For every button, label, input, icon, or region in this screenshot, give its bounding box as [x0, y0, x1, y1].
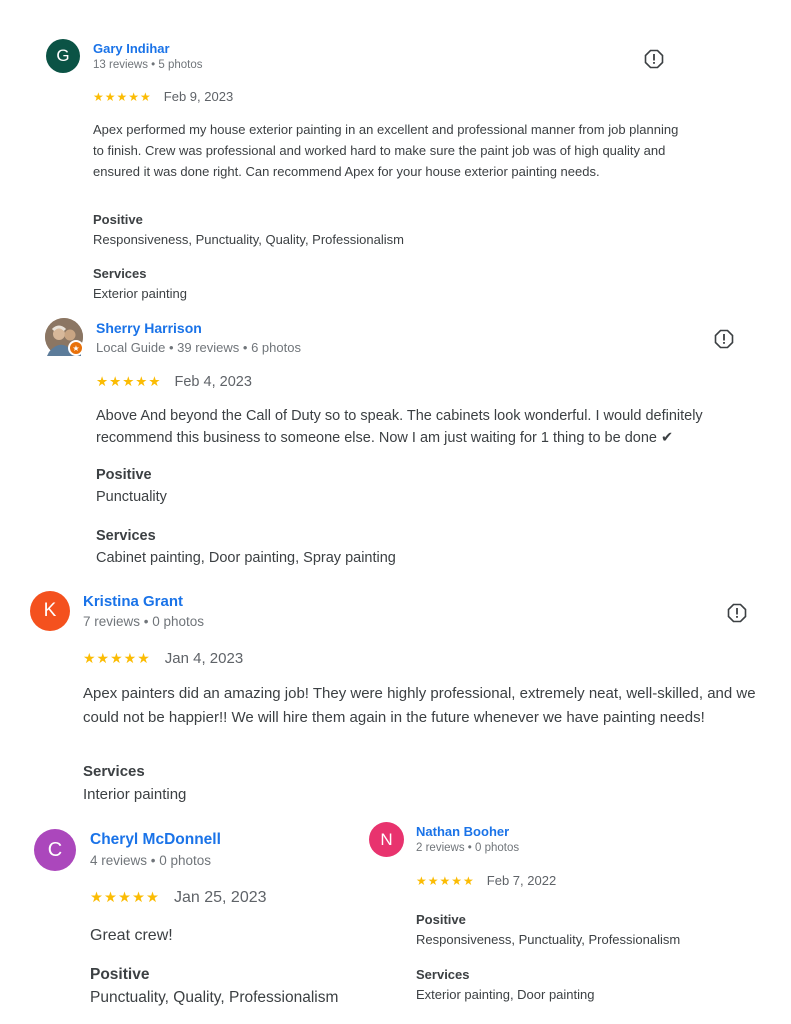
- report-flag-icon[interactable]: [644, 49, 664, 69]
- review-date: Feb 4, 2023: [174, 374, 252, 390]
- positive-heading: Positive: [93, 212, 143, 227]
- services-heading: Services: [83, 763, 145, 780]
- services-values: Cabinet painting, Door painting, Spray p…: [96, 550, 396, 566]
- positive-values: Punctuality: [96, 489, 167, 505]
- star-rating-icon: ★★★★★: [83, 650, 151, 666]
- report-flag-icon[interactable]: [714, 329, 734, 349]
- positive-values: Responsiveness, Punctuality, Quality, Pr…: [93, 232, 404, 247]
- report-flag-icon[interactable]: [727, 603, 747, 623]
- review-text: Apex painters did an amazing job! They w…: [83, 685, 756, 726]
- reviewer-name[interactable]: Gary Indihar: [93, 41, 170, 56]
- rating-row: ★★★★★ Feb 9, 2023: [93, 89, 233, 104]
- reviewer-meta: 4 reviews • 0 photos: [90, 853, 212, 868]
- services-values: Interior painting: [83, 786, 187, 803]
- services-values: Exterior painting, Door painting: [416, 987, 595, 1002]
- local-guide-badge-icon: ★: [68, 340, 84, 356]
- avatar[interactable]: C: [34, 829, 76, 871]
- reviewer-name[interactable]: Nathan Booher: [416, 824, 509, 839]
- reviewer-name[interactable]: Kristina Grant: [83, 593, 183, 610]
- star-rating-icon: ★★★★★: [90, 890, 160, 906]
- star-rating-icon: ★★★★★: [416, 873, 475, 888]
- star-rating-icon: ★★★★★: [96, 374, 162, 389]
- services-heading: Services: [96, 528, 156, 544]
- positive-values: Responsiveness, Punctuality, Professiona…: [416, 932, 681, 947]
- review-date: Feb 9, 2023: [163, 89, 234, 104]
- reviewer-name[interactable]: Sherry Harrison: [96, 320, 202, 336]
- services-heading: Services: [416, 967, 470, 982]
- positive-heading: Positive: [416, 912, 466, 927]
- review-text: Apex performed my house exterior paintin…: [93, 122, 679, 179]
- review-text: Great crew!: [90, 927, 173, 944]
- avatar[interactable]: K: [30, 591, 70, 631]
- reviewer-meta: 7 reviews • 0 photos: [83, 614, 205, 629]
- rating-row: ★★★★★ Jan 4, 2023: [83, 650, 243, 667]
- avatar[interactable]: N: [369, 822, 404, 857]
- review-date: Jan 4, 2023: [164, 650, 244, 667]
- services-values: Exterior painting: [93, 286, 187, 301]
- reviewer-meta: 13 reviews • 5 photos: [93, 59, 203, 71]
- rating-row: ★★★★★ Feb 4, 2023: [96, 374, 252, 390]
- positive-heading: Positive: [96, 467, 152, 483]
- star-rating-icon: ★★★★★: [93, 89, 152, 104]
- review-date: Jan 25, 2023: [174, 889, 267, 906]
- positive-values: Punctuality, Quality, Professionalism: [90, 989, 339, 1006]
- reviewer-meta: Local Guide • 39 reviews • 6 photos: [96, 340, 301, 355]
- rating-row: ★★★★★ Jan 25, 2023: [90, 889, 267, 907]
- positive-heading: Positive: [90, 966, 150, 983]
- review-date: Feb 7, 2022: [486, 873, 557, 888]
- rating-row: ★★★★★ Feb 7, 2022: [416, 873, 556, 888]
- reviewer-meta: 2 reviews • 0 photos: [416, 842, 520, 854]
- avatar[interactable]: G: [46, 39, 80, 73]
- reviewer-name[interactable]: Cheryl McDonnell: [90, 831, 221, 849]
- review-text: Above And beyond the Call of Duty so to …: [96, 408, 703, 446]
- services-heading: Services: [93, 266, 147, 281]
